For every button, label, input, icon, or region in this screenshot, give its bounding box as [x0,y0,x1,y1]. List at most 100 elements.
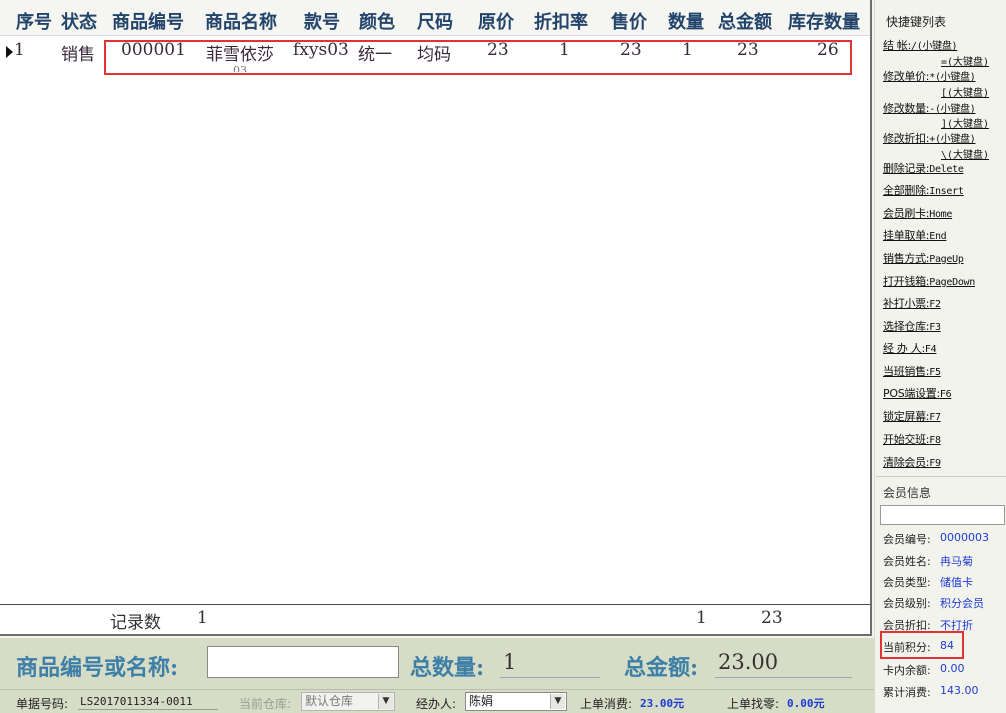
header-price[interactable]: 售价 [611,8,647,34]
operator-select[interactable]: 陈娟 ▼ [465,692,567,711]
total-amount-label: 总金额: [624,655,699,681]
code-entry-input[interactable] [207,646,399,678]
warehouse-label: 当前仓库: [239,697,292,711]
total-qty-value: 1 [503,650,517,674]
shortcut-reprint-receipt[interactable]: 补打小票:F2 [883,295,941,311]
shortcut-member-card[interactable]: 会员刷卡:Home [883,205,952,221]
sidebar-divider [876,476,1006,477]
shortcut-hold-order[interactable]: 挂单取单:End [883,227,947,243]
shortcut-label: 挂单取单: [883,229,930,242]
member-total-spend-label: 累计消费: [883,686,931,699]
header-size[interactable]: 尺码 [417,8,453,34]
shortcut-key: F7 [929,412,941,423]
shortcut-key: Insert [929,186,964,197]
row-highlight-box [104,40,852,75]
member-balance-value: 0.00 [940,662,965,675]
header-stock[interactable]: 库存数量 [788,8,860,34]
points-highlight-box [880,631,964,659]
shortcut-key: F8 [929,435,941,446]
member-level-value: 积分会员 [940,597,984,610]
operator-select-value: 陈娟 [469,694,494,708]
chevron-down-icon: ▼ [550,694,565,709]
shortcut-key: PageUp [929,254,964,265]
shortcut-sale-mode[interactable]: 销售方式:PageUp [883,250,964,266]
shortcut-lock-screen[interactable]: 锁定屏幕:F7 [883,408,941,424]
header-index[interactable]: 序号 [16,8,52,34]
footer-record-label: 记录数 [110,613,161,633]
member-name-label: 会员姓名: [883,555,931,568]
last-change-label: 上单找零: [727,697,780,711]
total-qty-label: 总数量: [410,655,485,681]
operator-label: 经办人: [416,697,457,711]
total-amount-underline [715,677,852,678]
header-status[interactable]: 状态 [61,8,97,34]
footer-record-count: 1 [197,608,208,628]
shortcut-key: /(小键盘) [911,41,958,52]
shortcut-operator[interactable]: 经 办 人:F4 [883,340,937,356]
member-search-input[interactable] [880,505,1005,525]
total-qty-underline [500,677,600,678]
member-id-label: 会员编号: [883,533,931,546]
shortcut-label: 清除会员: [883,456,930,469]
cell-index: 1 [14,40,25,60]
shortcut-key: Delete [929,164,964,175]
shortcut-key: F6 [939,389,952,400]
member-id-value: 0000003 [940,531,989,544]
shortcut-key: PageDown [929,277,975,288]
chevron-down-icon: ▼ [378,694,393,709]
member-name-value: 冉马菊 [940,555,973,568]
header-original-price[interactable]: 原价 [478,8,514,34]
shortcut-key-alt: [(大键盘) [941,88,990,99]
shortcut-key: End [929,231,947,242]
footer-sum-qty: 1 [696,608,707,628]
header-discount[interactable]: 折扣率 [534,8,588,34]
shortcut-label: 全部删除: [883,184,930,197]
doc-number-value: LS2017011334-0011 [80,695,193,708]
last-change-value: 0.00元 [787,697,825,710]
shortcut-pos-settings[interactable]: POS端设置:F6 [883,385,952,401]
total-amount-value: 23.00 [718,650,779,674]
shortcut-key: Home [929,209,953,220]
header-code[interactable]: 商品编号 [112,8,184,34]
header-color[interactable]: 颜色 [359,8,395,34]
shortcut-key: F4 [924,344,937,355]
member-type-label: 会员类型: [883,576,931,589]
grid-header: 序号 状态 商品编号 商品名称 款号 颜色 尺码 原价 折扣率 售价 数量 总金… [0,0,870,36]
footer-sum-total: 23 [761,608,783,628]
cell-status: 销售 [61,45,95,65]
member-total-spend-value: 143.00 [940,684,979,697]
code-entry-label: 商品编号或名称: [16,655,179,681]
header-name[interactable]: 商品名称 [205,8,277,34]
shortcut-label: 选择仓库: [883,320,930,333]
shortcut-label: 会员刷卡: [883,207,930,220]
warehouse-select-value: 默认仓库 [305,694,354,708]
status-divider [0,689,874,690]
member-info-title: 会员信息 [883,486,932,500]
member-level-label: 会员级别: [883,597,931,610]
shortcut-label: 修改单价: [883,70,930,83]
shortcut-clear-member[interactable]: 清除会员:F9 [883,454,941,470]
shortcut-start-handover[interactable]: 开始交班:F8 [883,431,941,447]
shortcut-open-drawer[interactable]: 打开钱箱:PageDown [883,273,975,289]
member-balance-label: 卡内余额: [883,664,931,677]
shortcut-key: F5 [929,367,941,378]
shortcut-key: *(小键盘) [929,72,976,83]
shortcut-list-title: 快捷键列表 [886,15,947,29]
header-qty[interactable]: 数量 [668,8,704,34]
shortcut-label: 修改折扣: [883,132,930,145]
shortcut-label: 开始交班: [883,433,930,446]
member-type-value: 储值卡 [940,576,973,589]
shortcut-shift-sales[interactable]: 当班销售:F5 [883,363,941,379]
shortcut-key: -(小键盘) [929,104,976,115]
header-total[interactable]: 总金额 [718,8,772,34]
shortcut-key-alt: =(大键盘) [941,57,990,68]
shortcut-delete-record[interactable]: 删除记录:Delete [883,160,964,176]
last-spend-label: 上单消费: [580,697,633,711]
doc-number-label: 单据号码: [16,697,69,711]
shortcut-select-warehouse[interactable]: 选择仓库:F3 [883,318,941,334]
shortcut-label: 删除记录: [883,162,930,175]
shortcut-key: +(小键盘) [929,134,976,145]
shortcut-delete-all[interactable]: 全部删除:Insert [883,182,964,198]
warehouse-select[interactable]: 默认仓库 ▼ [301,692,395,711]
header-style-no[interactable]: 款号 [304,8,340,34]
